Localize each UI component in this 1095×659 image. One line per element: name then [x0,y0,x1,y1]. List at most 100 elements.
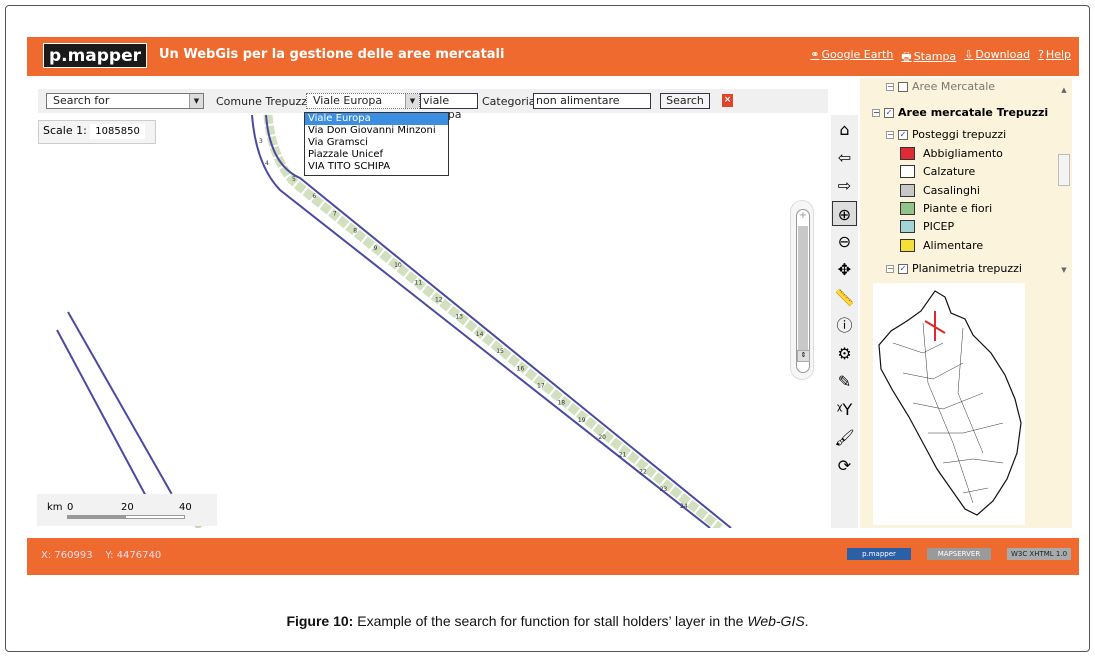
home-tool[interactable]: ⌂ [832,117,857,142]
map-tools: ⌂ ⇦ ⇨ ⊕ ⊖ ✥ 📏 ⓘ ⚙ ✎ ᵡY 🖌 ⟳ [831,115,858,528]
layer-checkbox[interactable]: ✓ [898,263,908,274]
overview-map[interactable] [873,283,1025,525]
segment-label: 18 [557,400,565,407]
segment-label: 24 [680,503,688,510]
segment-label: 17 [537,383,545,390]
pmapper-badge[interactable]: p.mapper [847,548,911,560]
legend-item: Calzature [900,165,976,179]
scalebar-unit: km [47,502,63,513]
layer-label: Planimetria trepuzzi [912,262,1022,275]
collapse-icon[interactable]: − [886,264,894,273]
legend-swatch [900,220,915,234]
layer-label: Posteggi trepuzzi [912,128,1007,141]
collapse-icon[interactable]: − [872,108,880,117]
layer-checkbox[interactable]: ✓ [884,107,894,118]
scalebar-tick: 40 [179,502,192,513]
layer-group-label: Aree Mercatale [912,80,996,93]
legend-swatch [900,238,915,252]
header-link-label: Download [975,48,1031,61]
search-for-select[interactable]: Search for ▼ [46,93,204,109]
segment-label: 6 [312,193,316,200]
street-option[interactable]: VIA TITO SCHIPA [305,161,448,173]
x-label: X: [41,550,52,561]
paint-icon: 🖌 [834,428,855,447]
scale-label: Scale 1: [43,124,87,137]
paint-tool[interactable]: 🖌 [832,425,857,450]
scale-box: Scale 1: 1085850 [38,120,156,144]
layer-checkbox[interactable] [898,81,908,92]
segment-label: 14 [476,331,484,338]
layer-group-label: Aree mercatale Trepuzzi [898,106,1049,119]
layer-tree: − Aree Mercatale − ✓ Aree mercatale Trepuzz… [860,78,1072,276]
logo: p.mapper [43,43,147,68]
caption-end: . [804,613,809,629]
segment-label: 12 [435,296,443,303]
layer-checkbox[interactable]: ✓ [898,129,908,140]
overview-region-outline [878,290,1022,516]
map-canvas[interactable]: 3 4 5 6 7 8 9 10 11 12 13 14 15 16 17 18 19 20 21 22 23 24 [30,115,830,528]
identify-tool[interactable]: ⓘ [832,313,857,338]
street-input[interactable]: viale europa [420,93,478,121]
y-value: 4476740 [116,550,162,561]
collapse-icon[interactable]: − [886,130,894,139]
header-link-google-earth[interactable]: ⚭ Google Earth [810,48,893,67]
header-link-download[interactable]: ⇩ Download [964,48,1030,67]
zoom-plus-icon[interactable]: + [797,210,809,221]
street-option[interactable]: Via Don Giovanni Minzoni [305,125,448,137]
street-option[interactable]: Piazzale Unicef [305,149,448,161]
coordinates-icon: ᵡY [836,400,853,419]
zoom-track[interactable]: + ⇕ [796,209,810,373]
coordinates-tool[interactable]: ᵡY [832,397,857,422]
legend-swatch [900,165,915,179]
zoom-in-tool[interactable]: ⊕ [832,201,857,226]
draw-tool[interactable]: ✎ [832,369,857,394]
google-earth-icon: ⚭ [810,48,820,61]
figure-caption: Figure 10: Example of the search for fun… [0,613,1095,629]
map-roads: 3 4 5 6 7 8 9 10 11 12 13 14 15 16 17 18 19 20 21 22 23 24 [56,115,732,528]
refresh-icon: ⟳ [837,456,852,475]
refresh-tool[interactable]: ⟳ [832,453,857,478]
zoom-slider[interactable]: + ⇕ [790,200,814,380]
street-value: Viale Europa [313,94,383,107]
collapse-icon[interactable]: − [886,82,894,91]
toc-scrollbar[interactable]: ▲ ▼ [1058,86,1070,274]
scalebar-bar [67,515,185,519]
download-icon: ⇩ [964,48,974,61]
header-link-help[interactable]: ? Help [1038,48,1071,67]
header-link-stampa[interactable]: 🖶 Stampa [901,48,956,67]
zoom-out-tool[interactable]: ⊖ [832,229,857,254]
search-button[interactable]: Search [660,93,710,109]
mapserver-badge[interactable]: MAPSERVER [927,548,991,560]
street-option[interactable]: Via Gramsci [305,137,448,149]
help-icon: ? [1038,48,1044,61]
back-icon: ⇦ [837,148,852,167]
scalebar-tick: 20 [121,502,134,513]
legend-label: Casalinghi [923,183,980,197]
pan-tool[interactable]: ✥ [832,257,857,282]
select-tool[interactable]: ⚙ [832,341,857,366]
search-toolbar: Search for ▼ Comune Trepuzzi Viale Europa… [38,89,828,121]
app-title: Un WebGis per la gestione delle aree mer… [159,47,505,62]
categoria-input[interactable]: non alimentare [533,93,651,109]
segment-label: 11 [415,279,423,286]
identify-icon: ⓘ [836,316,853,335]
forward-tool[interactable]: ⇨ [832,173,857,198]
legend-item: PICEP [900,220,954,234]
legend-label: Alimentare [923,238,984,252]
back-tool[interactable]: ⇦ [832,145,857,170]
close-icon[interactable]: × [722,94,733,107]
chevron-down-icon: ▼ [189,94,203,108]
measure-tool[interactable]: 📏 [832,285,857,310]
zoom-thumb[interactable]: ⇕ [797,350,810,362]
segment-label: 16 [517,365,525,372]
legend-label: Abbigliamento [923,147,1003,160]
y-label: Y: [105,550,114,561]
segment-label: 8 [353,228,357,235]
segment-label: 21 [619,451,627,458]
legend-label: Calzature [923,165,976,179]
w3c-badge[interactable]: W3C XHTML 1.0 [1007,548,1071,560]
scale-input[interactable]: 1085850 [90,124,145,139]
street-option[interactable]: Viale Europa [305,113,448,125]
comune-label: Comune Trepuzzi [216,95,311,108]
street-select[interactable]: Viale Europa ▼ [306,93,420,109]
